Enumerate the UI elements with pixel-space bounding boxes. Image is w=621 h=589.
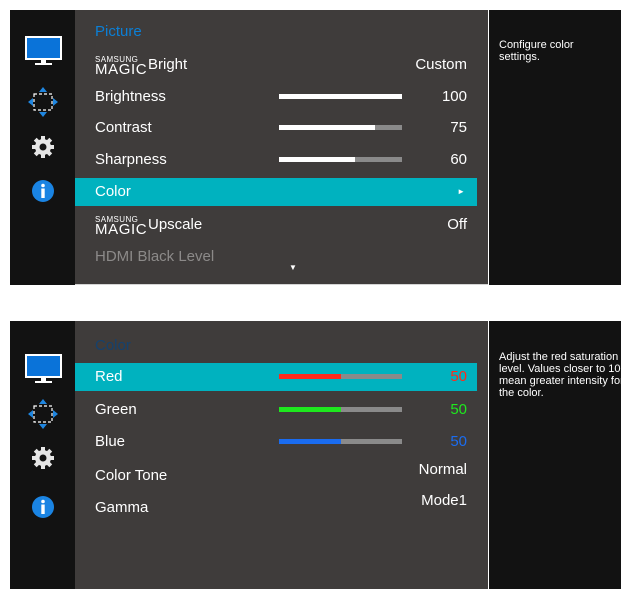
help-panel: Configure color settings. [489, 10, 621, 285]
menu-item-sharpness[interactable]: Sharpness 60 [75, 146, 477, 174]
menu-item-value: Normal [418, 461, 467, 478]
level-bar [279, 125, 402, 130]
menu-item-value: Mode1 [421, 492, 467, 509]
level-bar-fill [279, 407, 341, 412]
menu-item-label: Gamma [95, 499, 149, 516]
screen-adjust-arrows-icon[interactable] [28, 399, 58, 429]
menu-item-value: 50 [450, 433, 467, 450]
menu-item-label: Color [95, 183, 131, 200]
menu-item-blue[interactable]: Blue 50 [75, 428, 477, 456]
settings-gear-icon[interactable] [32, 447, 54, 469]
menu-item-value: 75 [450, 119, 467, 136]
menu-item-brightness[interactable]: Brightness 100 [75, 83, 477, 111]
menu-item-color[interactable]: Color ► [75, 178, 477, 206]
level-bar-fill [279, 374, 341, 379]
menu-item-value: 50 [450, 368, 467, 385]
help-text: Configure color settings. [499, 39, 574, 63]
menu-item-label: Color Tone [95, 467, 168, 484]
menu-item-value: 60 [450, 151, 467, 168]
menu-item-green[interactable]: Green 50 [75, 396, 477, 424]
screen-adjust-arrows-icon[interactable] [28, 87, 58, 117]
samsung-magic-logo: SAMSUNG MAGIC [95, 215, 148, 238]
osd-sidebar [10, 321, 75, 589]
menu-item-label: Green [95, 401, 137, 418]
menu-title: Color [95, 337, 131, 354]
info-icon[interactable] [32, 180, 54, 202]
menu-item-gamma[interactable]: Gamma Mode1 [75, 492, 477, 520]
menu-item-magic-upscale[interactable]: SAMSUNG MAGIC Upscale Off [75, 211, 477, 239]
level-bar [279, 407, 402, 412]
level-bar [279, 157, 402, 162]
osd-sidebar [10, 10, 75, 285]
menu-item-value: 100 [441, 88, 467, 105]
osd-picture-menu: Picture SAMSUNG MAGIC Bright Custom Brig… [10, 10, 621, 285]
monitor-picture-icon[interactable] [25, 354, 62, 384]
level-bar-fill [279, 125, 375, 130]
submenu-arrow-icon: ► [457, 187, 465, 196]
menu-item-label: Red [95, 368, 123, 385]
menu-item-label: Blue [95, 433, 126, 450]
menu-item-contrast[interactable]: Contrast 75 [75, 114, 477, 142]
osd-color-menu: Color Red 50 Green 50 Blue 50 Color Tone… [10, 321, 621, 589]
level-bar-fill [279, 94, 402, 99]
level-bar-fill [279, 439, 341, 444]
level-bar [279, 94, 402, 99]
level-bar [279, 374, 402, 379]
monitor-picture-icon[interactable] [25, 36, 62, 66]
info-icon[interactable] [32, 496, 54, 518]
help-panel: Adjust the red saturation level. Values … [489, 321, 621, 589]
help-text: Adjust the red saturation level. Values … [499, 351, 621, 399]
menu-item-label: Contrast [95, 119, 152, 136]
osd-main-list: Picture SAMSUNG MAGIC Bright Custom Brig… [75, 10, 488, 285]
menu-item-label: HDMI Black Level [95, 248, 215, 265]
menu-item-label: Sharpness [95, 151, 167, 168]
menu-item-value: Custom [415, 56, 467, 73]
menu-item-label: Bright [148, 56, 188, 73]
samsung-magic-logo: SAMSUNG MAGIC [95, 55, 148, 78]
menu-item-value: Off [447, 216, 467, 233]
menu-item-red[interactable]: Red 50 [75, 363, 477, 391]
osd-main-list: Color Red 50 Green 50 Blue 50 Color Tone… [75, 321, 488, 589]
menu-item-magic-bright[interactable]: SAMSUNG MAGIC Bright Custom [75, 51, 477, 79]
menu-item-color-tone[interactable]: Color Tone Normal [75, 460, 477, 488]
menu-item-hdmi-black-level[interactable]: HDMI Black Level [75, 243, 477, 271]
menu-item-value: 50 [450, 401, 467, 418]
menu-item-label: Brightness [95, 88, 166, 105]
settings-gear-icon[interactable] [32, 136, 54, 158]
scroll-down-arrow-icon[interactable]: ▼ [289, 263, 297, 272]
menu-item-label: Upscale [148, 216, 203, 233]
menu-title: Picture [95, 23, 142, 40]
level-bar [279, 439, 402, 444]
level-bar-fill [279, 157, 356, 162]
